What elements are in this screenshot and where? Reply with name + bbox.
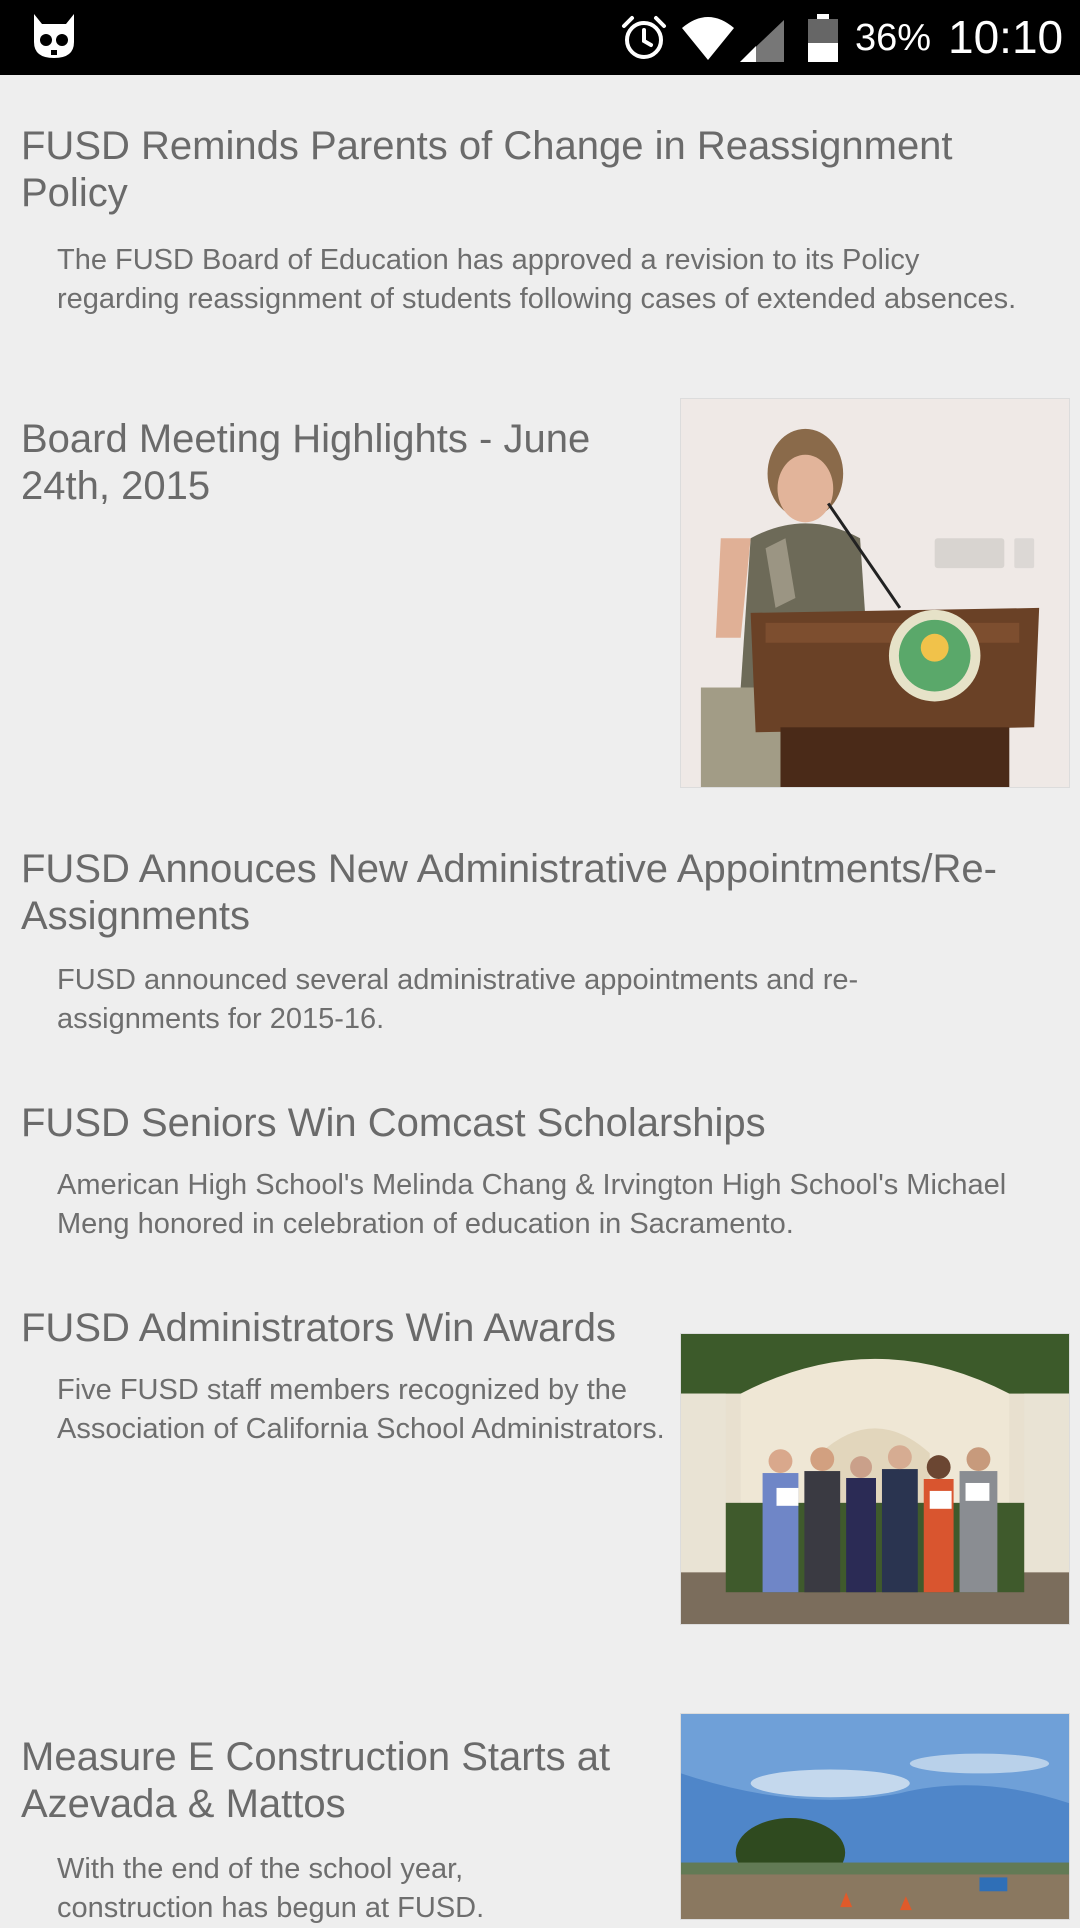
wifi-icon	[682, 17, 734, 60]
news-thumbnail[interactable]	[680, 398, 1070, 788]
photo-group-with-certificates	[681, 1334, 1069, 1624]
news-title[interactable]: Measure E Construction Starts at Azevada…	[21, 1734, 661, 1828]
news-description: Five FUSD staff members recognized by th…	[57, 1374, 665, 1445]
news-description: The FUSD Board of Education has approved…	[57, 244, 1017, 315]
cyanogen-cat-icon	[34, 14, 74, 58]
news-item[interactable]: FUSD Administrators Win Awards Five FUSD…	[0, 1285, 1080, 1635]
news-item[interactable]: FUSD Reminds Parents of Change in Reassi…	[0, 75, 1080, 365]
battery-icon	[808, 14, 838, 62]
news-item[interactable]: Board Meeting Highlights - June 24th, 20…	[0, 395, 1080, 795]
photo-construction-site	[681, 1714, 1069, 1919]
cell-signal-icon	[740, 20, 784, 62]
news-description: FUSD announced several administrative ap…	[57, 964, 859, 1035]
battery-percent: 36%	[855, 17, 932, 59]
status-bar: 36% 10:10	[0, 0, 1080, 75]
news-item[interactable]: FUSD Seniors Win Comcast Scholarships Am…	[0, 1080, 1080, 1260]
news-description: With the end of the school year, constru…	[57, 1853, 485, 1924]
alarm-clock-icon	[622, 16, 666, 59]
news-thumbnail[interactable]	[680, 1333, 1070, 1625]
news-description: American High School's Melinda Chang & I…	[57, 1169, 1007, 1240]
photo-woman-at-podium	[681, 399, 1069, 787]
news-item[interactable]: FUSD Annouces New Administrative Appoint…	[0, 820, 1080, 1060]
news-thumbnail[interactable]	[680, 1713, 1070, 1920]
news-title[interactable]: FUSD Reminds Parents of Change in Reassi…	[21, 123, 1031, 217]
news-item[interactable]: Measure E Construction Starts at Azevada…	[0, 1710, 1080, 1924]
news-title[interactable]: FUSD Annouces New Administrative Appoint…	[21, 846, 1071, 940]
clock-time: 10:10	[948, 11, 1064, 63]
news-title[interactable]: FUSD Seniors Win Comcast Scholarships	[21, 1100, 1031, 1147]
news-title[interactable]: Board Meeting Highlights - June 24th, 20…	[21, 416, 661, 510]
news-title[interactable]: FUSD Administrators Win Awards	[21, 1305, 671, 1352]
